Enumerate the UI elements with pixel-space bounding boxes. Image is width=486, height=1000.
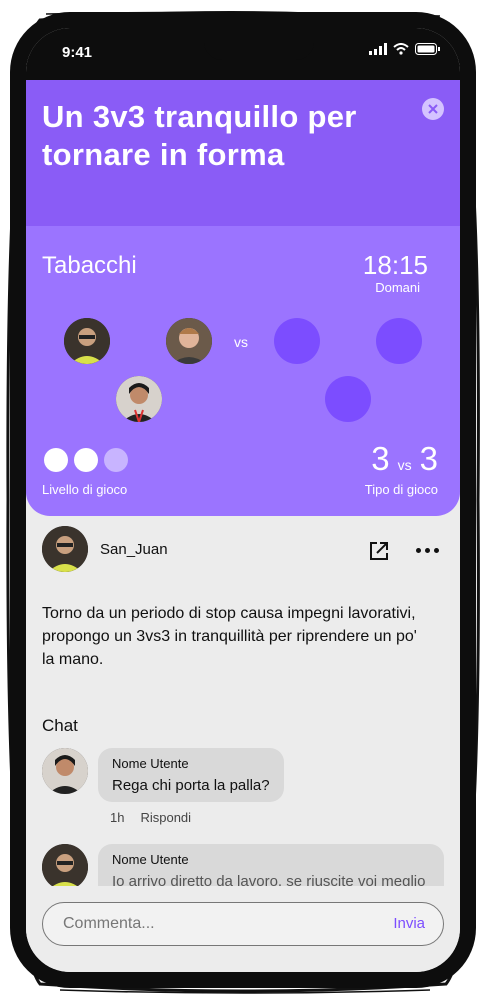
player-avatar[interactable] bbox=[116, 376, 162, 422]
chat-title: Chat bbox=[42, 716, 78, 735]
author-avatar bbox=[42, 526, 88, 572]
empty-player-slot[interactable] bbox=[376, 318, 422, 364]
app-frame: 9:41 Un 3v3 tranquillo per tornare in fo… bbox=[0, 0, 486, 1000]
post-text: Torno da un periodo di stop causa impegn… bbox=[42, 605, 417, 668]
send-button[interactable]: Invia bbox=[393, 915, 425, 932]
team-b-size: 3 bbox=[419, 440, 438, 477]
game-type-vs: vs bbox=[397, 457, 412, 473]
event-header: Un 3v3 tranquillo per tornare in forma bbox=[26, 80, 460, 226]
versus-label: vs bbox=[234, 334, 248, 350]
message-user: Nome Utente bbox=[112, 756, 189, 771]
comment-composer: Invia bbox=[26, 886, 460, 972]
event-title: Un 3v3 tranquillo per tornare in forma bbox=[42, 99, 357, 172]
game-type-label: Tipo di gioco bbox=[364, 482, 438, 497]
event-details: Tabacchi 18:15 Domani vs Livello di gioc… bbox=[26, 226, 460, 516]
signal-icon bbox=[369, 43, 387, 55]
empty-player-slot[interactable] bbox=[325, 376, 371, 422]
close-button[interactable] bbox=[422, 98, 444, 120]
player-avatar[interactable] bbox=[166, 318, 212, 364]
comment-input[interactable] bbox=[63, 903, 353, 945]
level-dot bbox=[74, 448, 98, 472]
battery-icon bbox=[415, 43, 440, 55]
message-avatar bbox=[42, 748, 88, 794]
game-type: 3 vs 3 bbox=[371, 440, 438, 478]
empty-player-slot[interactable] bbox=[274, 318, 320, 364]
message-user: Nome Utente bbox=[112, 852, 189, 867]
status-time: 9:41 bbox=[62, 44, 93, 61]
close-icon bbox=[428, 104, 438, 114]
notch bbox=[204, 28, 314, 60]
event-day: Domani bbox=[375, 280, 420, 295]
level-dot bbox=[104, 448, 128, 472]
message-bubble: Nome Utente Rega chi porta la palla? bbox=[98, 748, 284, 802]
level-label: Livello di gioco bbox=[42, 482, 128, 497]
event-hour: 18:15 bbox=[362, 250, 428, 280]
share-icon[interactable] bbox=[368, 540, 390, 562]
chat-message: Nome Utente Rega chi porta la palla? bbox=[42, 748, 284, 802]
post-author[interactable]: San_Juan bbox=[42, 526, 168, 572]
level-indicator bbox=[44, 448, 128, 472]
reply-link[interactable]: Rispondi bbox=[140, 810, 191, 825]
level-dot bbox=[44, 448, 68, 472]
phone-screen: 9:41 Un 3v3 tranquillo per tornare in fo… bbox=[26, 28, 460, 972]
message-meta: 1h Rispondi bbox=[110, 810, 191, 825]
more-options-icon[interactable] bbox=[416, 540, 444, 560]
event-place: Tabacchi bbox=[42, 252, 137, 279]
wifi-icon bbox=[393, 43, 409, 55]
message-avatar bbox=[42, 844, 88, 890]
author-name: San_Juan bbox=[100, 540, 168, 558]
message-time: 1h bbox=[110, 810, 125, 825]
comment-box: Invia bbox=[42, 902, 444, 946]
team-a-size: 3 bbox=[371, 440, 390, 477]
status-bar: 9:41 bbox=[26, 28, 460, 80]
message-text: Rega chi porta la palla? bbox=[112, 777, 270, 794]
player-avatar[interactable] bbox=[64, 318, 110, 364]
system-icons bbox=[369, 43, 440, 55]
